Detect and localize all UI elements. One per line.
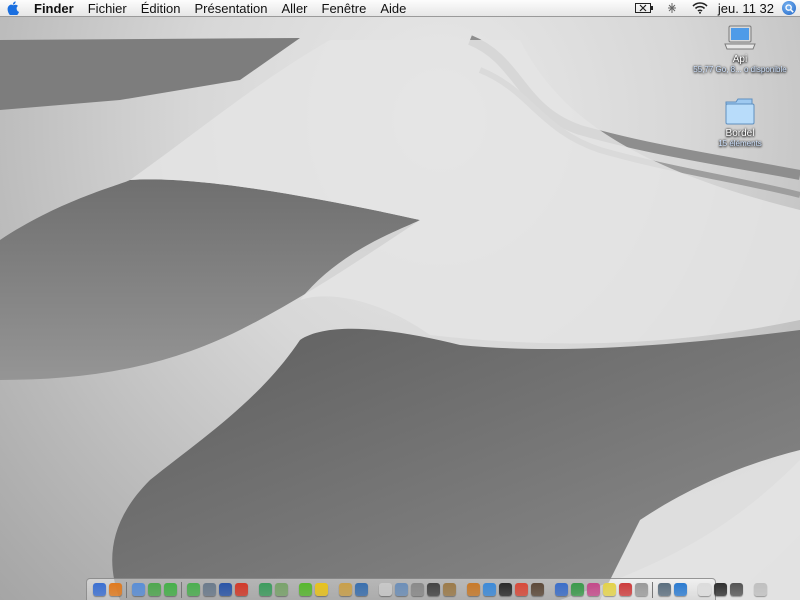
sysprefs-icon[interactable] <box>410 583 424 596</box>
terminal-icon[interactable] <box>426 583 440 596</box>
filemaker-icon[interactable] <box>586 583 600 596</box>
dock <box>86 578 767 600</box>
tomato-icon[interactable] <box>234 583 248 596</box>
disk-utility-icon[interactable] <box>634 583 648 596</box>
wifi-icon[interactable] <box>689 0 711 17</box>
apple-icon[interactable] <box>0 0 26 17</box>
menu-finder[interactable]: Finder <box>26 0 81 17</box>
skype-icon[interactable] <box>163 583 177 596</box>
dock-separator <box>126 581 127 598</box>
photos-icon[interactable] <box>274 583 288 596</box>
menubar-clock[interactable]: jeu. 11 32 <box>714 0 782 17</box>
dictionary-icon[interactable] <box>530 583 544 596</box>
menu-fenetre[interactable]: Fenêtre <box>315 0 374 17</box>
dock-separator <box>181 581 182 598</box>
stickies-icon[interactable] <box>602 583 616 596</box>
calendar-icon[interactable] <box>514 583 528 596</box>
window-icon[interactable] <box>729 583 743 596</box>
address-book-icon[interactable] <box>442 583 456 596</box>
trash-icon[interactable] <box>753 583 767 596</box>
adium-icon[interactable] <box>298 583 312 596</box>
spotlight-search-icon[interactable] <box>782 1 796 15</box>
folder-icon <box>725 98 755 125</box>
firefox-icon[interactable] <box>108 583 122 596</box>
dock-separator <box>652 581 653 598</box>
word-icon[interactable] <box>554 583 568 596</box>
battery-icon[interactable] <box>633 0 655 17</box>
menu-bar: Finder Fichier Édition Présentation Alle… <box>0 0 800 17</box>
desktop-wallpaper <box>0 0 800 600</box>
desktop-icon-info: 55,77 Go, 8... o disponible <box>693 65 787 74</box>
growl-icon[interactable] <box>186 583 200 596</box>
bluetooth-icon[interactable] <box>661 0 683 17</box>
globe-icon[interactable] <box>218 583 232 596</box>
itunes-icon[interactable] <box>258 583 272 596</box>
preview-icon[interactable] <box>131 583 145 596</box>
laptop-drive-icon <box>724 25 756 50</box>
desktop-icon-info: 15 éléments <box>718 139 762 148</box>
desktop-icon-bordel[interactable]: Bordel 15 éléments <box>700 96 780 148</box>
ical-icon[interactable] <box>618 583 632 596</box>
textedit-icon[interactable] <box>378 583 392 596</box>
dashboard-icon[interactable] <box>498 583 512 596</box>
menu-fichier[interactable]: Fichier <box>81 0 134 17</box>
safari-icon[interactable] <box>482 583 496 596</box>
hands-icon[interactable] <box>338 583 352 596</box>
snow-dunes-image <box>0 35 800 600</box>
duck-icon[interactable] <box>314 583 328 596</box>
desktop-icon-api[interactable]: Api 55,77 Go, 8... o disponible <box>690 24 790 74</box>
desktop-icon-label: Bordel <box>725 128 755 139</box>
automator-icon[interactable] <box>466 583 480 596</box>
finder-icon[interactable] <box>92 583 106 596</box>
menu-edition[interactable]: Édition <box>134 0 188 17</box>
menu-aller[interactable]: Aller <box>275 0 315 17</box>
menu-presentation[interactable]: Présentation <box>188 0 275 17</box>
document-icon[interactable] <box>697 583 711 596</box>
network-icon[interactable] <box>354 583 368 596</box>
excel-icon[interactable] <box>570 583 584 596</box>
itunes-blue-icon[interactable] <box>673 583 687 596</box>
menu-aide[interactable]: Aide <box>373 0 413 17</box>
ichat-icon[interactable] <box>147 583 161 596</box>
mail-icon[interactable] <box>394 583 408 596</box>
display-icon[interactable] <box>713 583 727 596</box>
desktop-icon-label: Api <box>732 54 748 65</box>
vlc-icon[interactable] <box>202 583 216 596</box>
timemachine-icon[interactable] <box>657 583 671 596</box>
